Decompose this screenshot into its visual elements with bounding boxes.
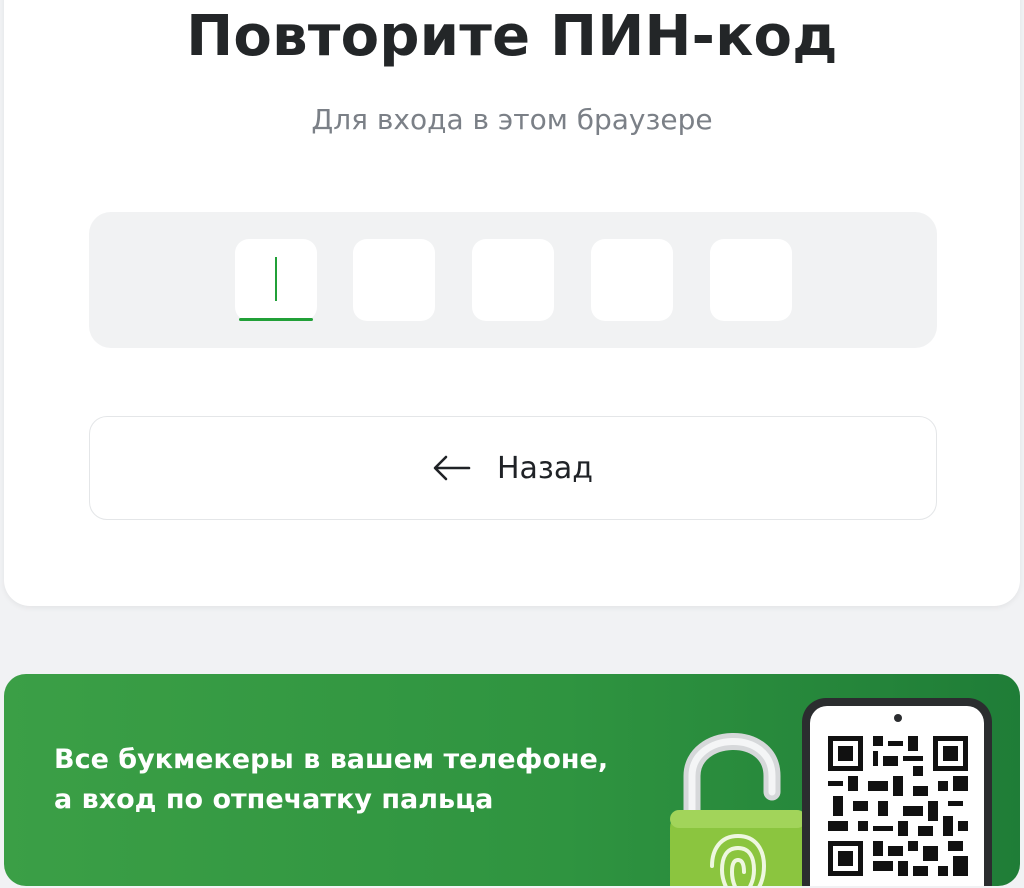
text-caret [275,257,277,301]
phone-illustration [802,698,992,886]
pin-confirm-page: Повторите ПИН-код Для входа в этом брауз… [0,0,1024,888]
promo-banner[interactable]: Все букмекеры в вашем телефоне, а вход п… [4,674,1020,886]
arrow-left-icon [433,455,471,481]
pin-digit-3[interactable] [472,239,554,321]
pin-digit-4[interactable] [591,239,673,321]
pin-digit-1[interactable] [235,239,317,321]
banner-text-line-2: а вход по отпечатку пальца [54,784,494,815]
page-subtitle: Для входа в этом браузере [311,103,713,136]
phone-camera [894,714,902,722]
qr-code-icon [828,736,968,876]
back-button[interactable]: Назад [89,416,937,520]
page-title: Повторите ПИН-код [186,4,838,69]
phone-screen [810,706,984,886]
fingerprint-lock-icon [670,733,806,886]
pin-digit-5[interactable] [710,239,792,321]
pin-digit-2[interactable] [353,239,435,321]
back-button-label: Назад [496,450,594,486]
banner-text-line-1: Все букмекеры в вашем телефоне, [54,744,609,775]
